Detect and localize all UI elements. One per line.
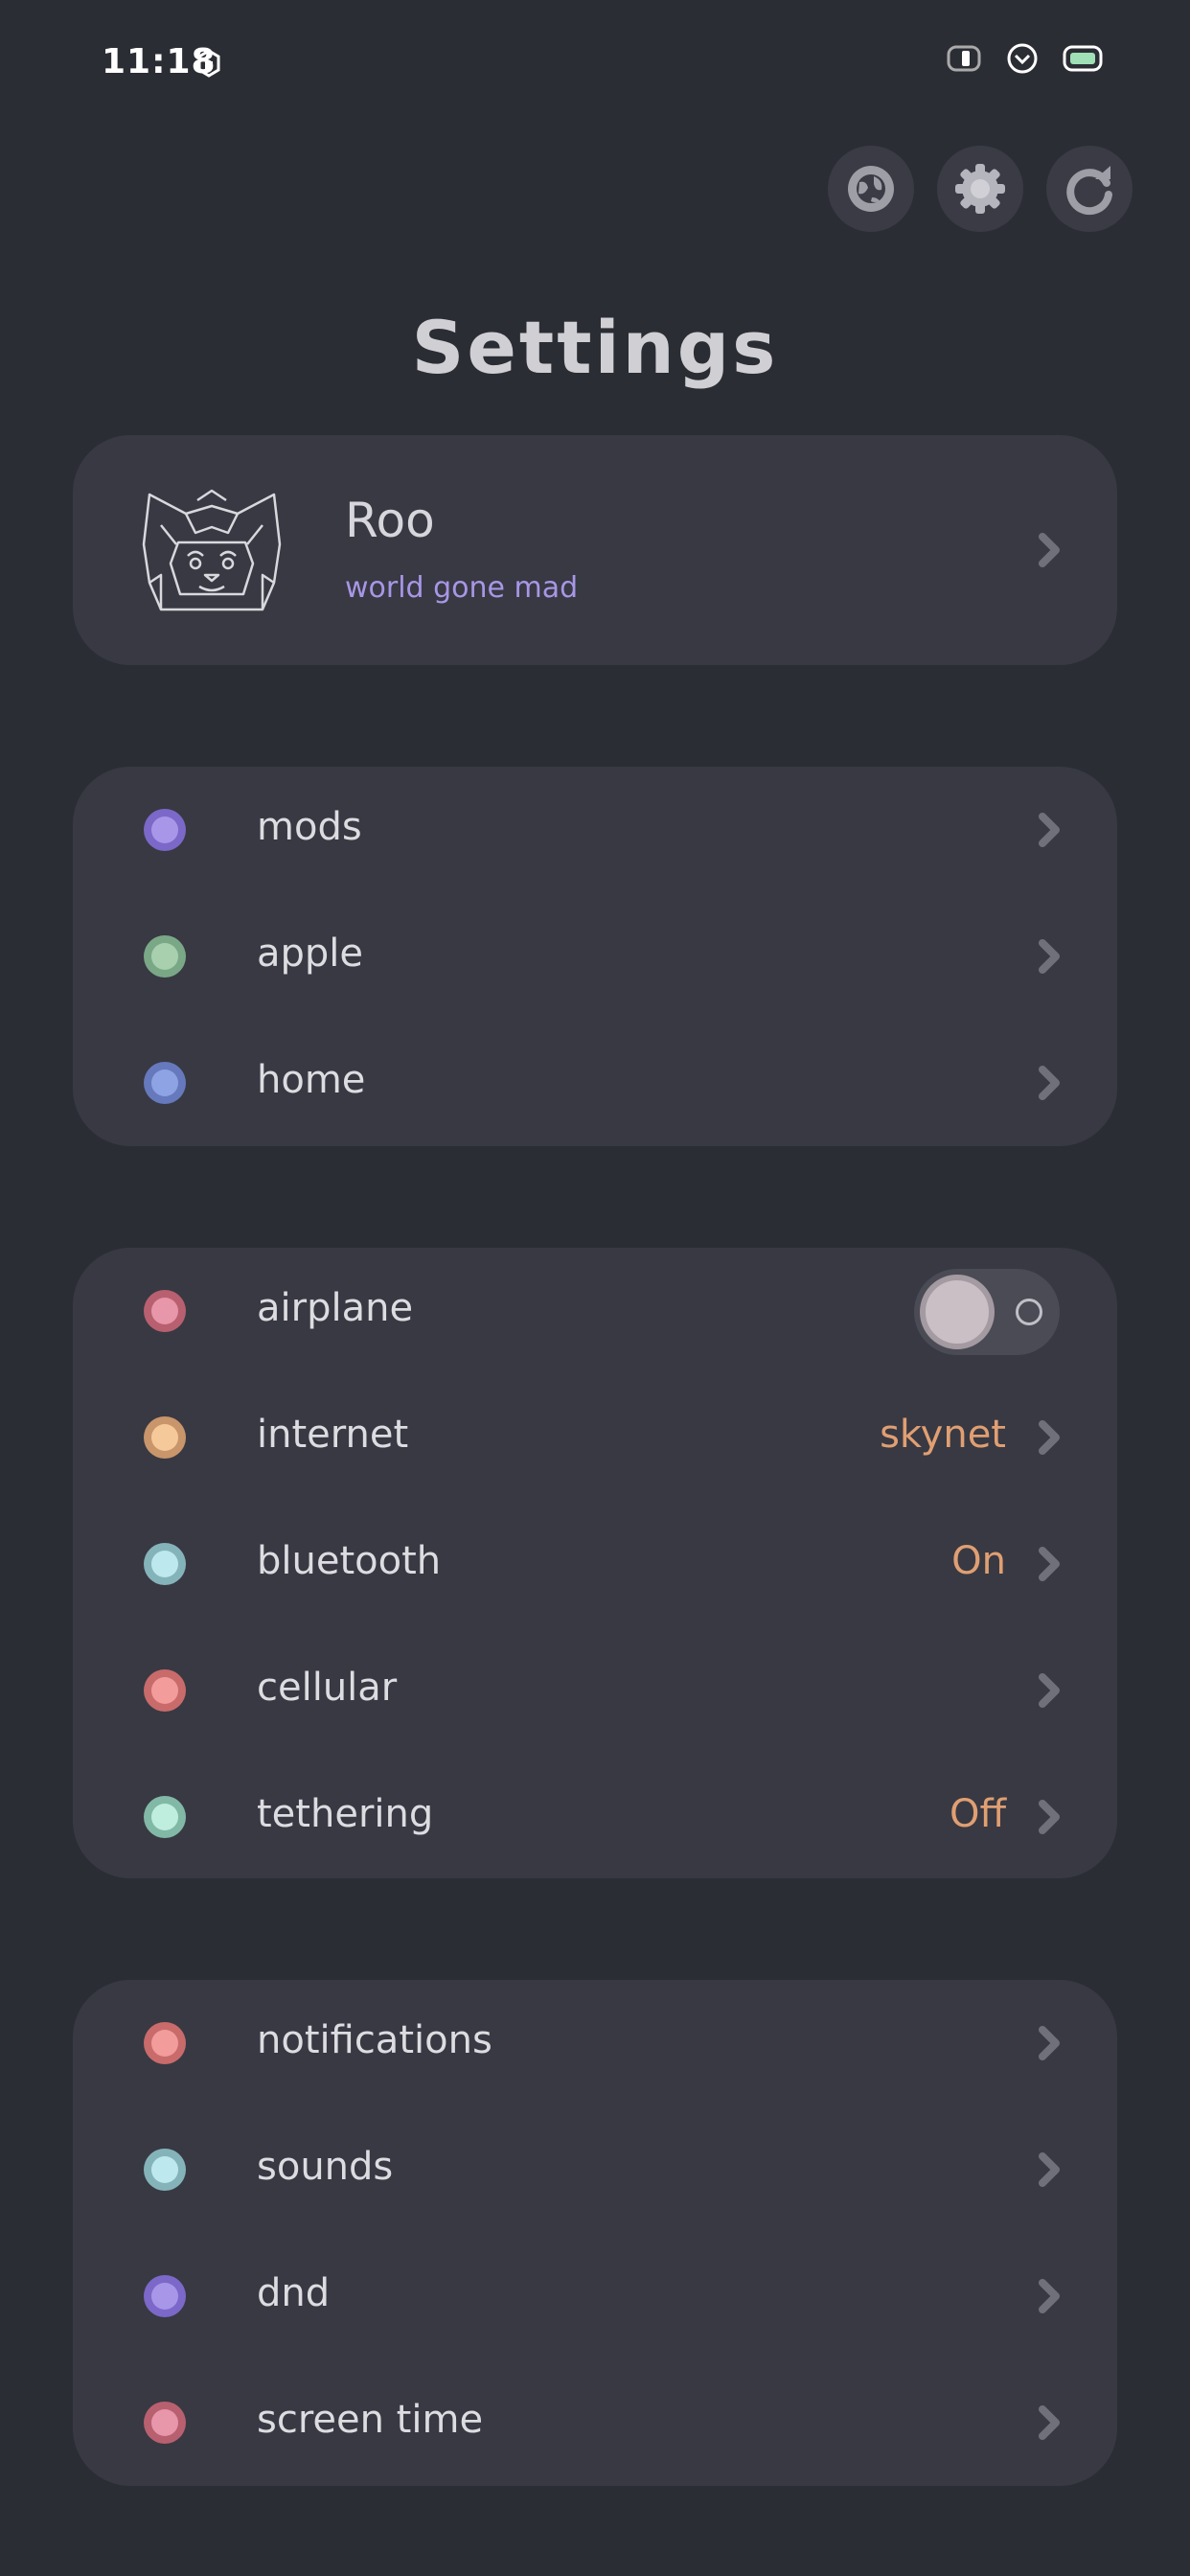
settings-row-home[interactable]: home [73,1020,1117,1146]
notifications-dot-icon [144,2022,186,2064]
settings-row-cellular[interactable]: cellular [73,1627,1117,1754]
settings-row-airplane[interactable]: airplane [73,1248,1117,1374]
chevron-right-icon [1039,2152,1060,2187]
bluetooth-dot-icon [144,1543,186,1585]
dnd-dot-icon [144,2275,186,2317]
chevron-right-icon [1039,1673,1060,1708]
row-label: tethering [257,1792,434,1836]
chevron-right-icon [1039,533,1060,567]
settings-row-screen-time[interactable]: screen time [73,2359,1117,2486]
airplane-dot-icon [144,1290,186,1332]
row-value: Off [949,1792,1006,1836]
vibrate-icon [947,45,981,72]
chevron-right-icon [1039,2279,1060,2313]
wifi-icon [1007,43,1038,74]
mods-dot-icon [144,809,186,851]
tethering-dot-icon [144,1796,186,1838]
settings-row-tethering[interactable]: tethering Off [73,1754,1117,1880]
lock-icon [197,49,220,78]
chevron-right-icon [1039,939,1060,974]
airplane-toggle[interactable] [914,1269,1060,1355]
row-label: internet [257,1413,409,1457]
profile-card[interactable]: Roo world gone mad [73,435,1117,665]
row-label: sounds [257,2145,394,2189]
settings-row-bluetooth[interactable]: bluetooth On [73,1501,1117,1627]
row-label: notifications [257,2018,492,2062]
home-dot-icon [144,1062,186,1104]
settings-row-apple[interactable]: apple [73,893,1117,1020]
settings-row-dnd[interactable]: dnd [73,2233,1117,2359]
chevron-right-icon [1039,1800,1060,1834]
globe-button[interactable] [828,146,914,232]
profile-name: Roo [345,493,435,548]
internet-dot-icon [144,1416,186,1459]
chevron-right-icon [1039,1547,1060,1581]
settings-button[interactable] [937,146,1023,232]
row-label: mods [257,805,362,849]
settings-group-general: notifications sounds dnd screen time [73,1980,1117,2486]
gear-icon [955,164,1005,214]
profile-subtitle: world gone mad [345,571,579,605]
row-label: airplane [257,1286,414,1330]
battery-icon [1063,45,1103,72]
row-label: home [257,1058,366,1102]
chevron-right-icon [1039,2026,1060,2060]
chevron-right-icon [1039,2405,1060,2440]
settings-row-mods[interactable]: mods [73,767,1117,893]
globe-icon [848,166,894,212]
row-value: skynet [880,1413,1006,1457]
chevron-right-icon [1039,1066,1060,1100]
chevron-right-icon [1039,813,1060,847]
row-label: cellular [257,1666,398,1710]
settings-group-connectivity: airplane internet skynet bluetooth On ce… [73,1248,1117,1878]
settings-row-sounds[interactable]: sounds [73,2106,1117,2233]
row-label: apple [257,932,364,976]
avatar [142,489,282,611]
apple-dot-icon [144,935,186,978]
toggle-knob [920,1275,995,1349]
sounds-dot-icon [144,2149,186,2191]
chevron-right-icon [1039,1420,1060,1455]
settings-group-apps: mods apple home [73,767,1117,1146]
row-label: bluetooth [257,1539,442,1583]
settings-row-internet[interactable]: internet skynet [73,1374,1117,1501]
cellular-dot-icon [144,1669,186,1712]
screen-time-dot-icon [144,2402,186,2444]
refresh-button[interactable] [1046,146,1133,232]
refresh-icon [1066,166,1112,216]
toggle-off-indicator-icon [1016,1299,1042,1325]
row-value: On [951,1539,1006,1583]
status-bar: 11:18 [0,0,1190,134]
row-label: dnd [257,2271,331,2315]
settings-row-notifications[interactable]: notifications [73,1980,1117,2106]
page-title: Settings [411,305,779,390]
row-label: screen time [257,2398,484,2442]
